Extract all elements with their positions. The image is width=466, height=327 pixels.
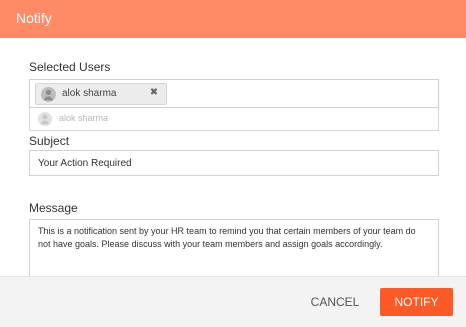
close-icon[interactable]: ✖	[149, 87, 159, 99]
selected-users-label: Selected Users	[29, 60, 111, 74]
notify-button[interactable]: NOTIFY	[380, 288, 453, 316]
user-icon	[38, 112, 52, 126]
user-suggestion-list: alok sharma	[29, 108, 439, 131]
message-field[interactable]: This is a notification sent by your HR t…	[29, 219, 439, 277]
subject-input[interactable]	[30, 151, 438, 175]
user-suggestion-name: alok sharma	[59, 113, 109, 123]
dialog-title: Notify	[16, 10, 52, 26]
subject-label: Subject	[29, 134, 70, 148]
message-textarea[interactable]: This is a notification sent by your HR t…	[30, 220, 438, 276]
subject-field[interactable]	[29, 150, 439, 176]
selected-user-chip: alok sharma ✖	[35, 83, 167, 105]
user-icon	[41, 87, 56, 102]
dialog-header: Notify	[0, 0, 466, 38]
selected-users-field[interactable]: alok sharma ✖	[29, 79, 439, 108]
user-suggestion-item[interactable]: alok sharma	[30, 108, 438, 130]
message-label: Message	[29, 201, 78, 215]
selected-user-name: alok sharma	[62, 88, 117, 99]
notify-dialog: Notify Selected Users alok sharma ✖ alok…	[0, 0, 466, 327]
cancel-button[interactable]: CANCEL	[304, 291, 366, 313]
